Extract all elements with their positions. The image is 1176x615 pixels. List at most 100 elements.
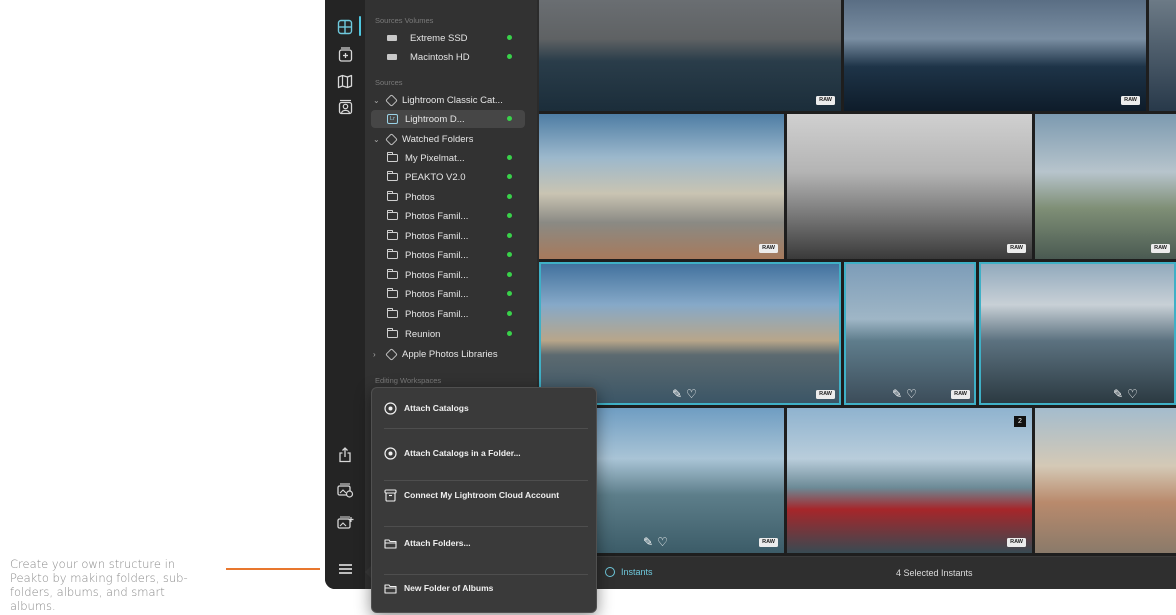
volume-item[interactable]: Macintosh HD (365, 48, 537, 66)
raw-badge: RAW (1007, 538, 1026, 547)
chevron-down-icon[interactable]: ⌄ (373, 96, 383, 105)
tab-instants[interactable]: Instants (605, 567, 653, 577)
folder-item[interactable]: My Pixelmat... (365, 149, 537, 167)
section-title-editing-workspaces: Editing Workspaces (375, 376, 442, 385)
folder-item[interactable]: Photos Famil... (365, 227, 537, 245)
folder-item[interactable]: Reunion (365, 325, 537, 343)
raw-badge: RAW (816, 96, 835, 105)
folder-icon (387, 171, 398, 181)
folder-label: Photos Famil... (405, 288, 469, 300)
photo-thumbnail-selected[interactable]: ✎ ♡ (979, 262, 1176, 405)
raw-badge: RAW (951, 390, 970, 399)
share-icon[interactable] (334, 444, 356, 466)
photo-thumbnail[interactable]: RAW (787, 114, 1032, 259)
photo-actions: ✎ ♡ (1113, 387, 1138, 401)
volume-label: Macintosh HD (410, 51, 470, 63)
status-dot (507, 272, 512, 277)
edit-icon[interactable]: ✎ (892, 387, 902, 401)
folder-icon (387, 269, 398, 279)
folder-icon (387, 152, 398, 162)
folder-item[interactable]: Photos Famil... (365, 246, 537, 264)
heart-icon[interactable]: ♡ (1127, 387, 1138, 401)
photo-thumbnail[interactable]: RAW (1035, 114, 1176, 259)
folder-label: Photos Famil... (405, 269, 469, 281)
menu-item-label: Connect My Lightroom Cloud Account (404, 490, 560, 500)
watched-folders-group[interactable]: ⌄ Watched Folders (365, 130, 537, 148)
selection-count: 4 Selected Instants (896, 568, 973, 578)
menu-item-label: Attach Folders... (404, 538, 471, 548)
edit-icon[interactable]: ✎ (1113, 387, 1123, 401)
folder-icon (387, 328, 398, 338)
photo-actions: ✎ ♡ (643, 535, 668, 549)
photo-thumbnail[interactable] (1035, 408, 1176, 553)
volume-item[interactable]: Extreme SSD (365, 29, 537, 47)
folder-item[interactable]: Photos (365, 188, 537, 206)
heart-icon[interactable]: ♡ (657, 535, 668, 549)
raw-badge: RAW (1007, 244, 1026, 253)
map-icon[interactable] (334, 70, 356, 92)
drive-icon (387, 54, 397, 60)
photo-thumbnail-selected[interactable]: ✎ ♡ RAW (539, 262, 841, 405)
folder-icon (387, 308, 398, 318)
photo-thumbnail[interactable] (1149, 0, 1176, 111)
raw-badge: RAW (1121, 96, 1140, 105)
menu-item-connect-lightroom-cloud[interactable]: Connect My Lightroom Cloud Account (372, 475, 598, 515)
catalog-icon (385, 93, 398, 107)
heart-icon[interactable]: ♡ (906, 387, 917, 401)
status-dot (507, 116, 512, 121)
folder-label: Photos Famil... (405, 249, 469, 261)
folder-item[interactable]: Photos Famil... (365, 266, 537, 284)
status-dot (507, 174, 512, 179)
folder-item[interactable]: Photos Famil... (365, 285, 537, 303)
cloud-archive-icon (384, 488, 397, 502)
lightroom-item[interactable]: Lr Lightroom D... (371, 110, 525, 128)
raw-badge: RAW (759, 538, 778, 547)
photo-add-icon[interactable] (334, 512, 356, 534)
grid-icon[interactable] (334, 16, 356, 38)
people-icon[interactable] (334, 96, 356, 118)
photo-thumbnail[interactable]: RAW (844, 0, 1146, 111)
folder-item[interactable]: Photos Famil... (365, 305, 537, 323)
edit-icon[interactable]: ✎ (672, 387, 682, 401)
lightroom-catalog-group[interactable]: ⌄ Lightroom Classic Cat... (365, 91, 537, 109)
menu-item-label: Attach Catalogs (404, 403, 469, 413)
menu-item-attach-folders[interactable]: Attach Folders... (372, 523, 598, 563)
chevron-right-icon[interactable]: › (373, 350, 383, 359)
apple-photos-group[interactable]: › Apple Photos Libraries (365, 345, 537, 363)
folder-label: Photos Famil... (405, 230, 469, 242)
add-album-icon[interactable] (334, 43, 356, 65)
folder-item[interactable]: PEAKTO V2.0 (365, 168, 537, 186)
edit-icon[interactable]: ✎ (643, 535, 653, 549)
folder-icon (384, 582, 397, 595)
folder-icon (387, 288, 398, 298)
folder-label: Photos (405, 191, 435, 203)
folder-label: PEAKTO V2.0 (405, 171, 466, 183)
folder-icon (387, 230, 398, 240)
photo-settings-icon[interactable] (334, 479, 356, 501)
chevron-down-icon[interactable]: ⌄ (373, 135, 383, 144)
raw-badge: RAW (759, 244, 778, 253)
folder-icon (387, 191, 398, 201)
raw-badge: RAW (816, 390, 835, 399)
menu-item-new-folder-of-albums[interactable]: New Folder of Albums (372, 568, 598, 608)
photo-thumbnail[interactable]: RAW (539, 0, 841, 111)
menu-item-label: New Folder of Albums (404, 583, 494, 593)
status-dot (507, 54, 512, 59)
menu-item-attach-catalogs-folder[interactable]: Attach Catalogs in a Folder... (372, 431, 598, 475)
menu-icon[interactable] (334, 558, 356, 580)
folder-item[interactable]: Photos Famil... (365, 207, 537, 225)
folder-label: Photos Famil... (405, 308, 469, 320)
section-title-sources-volumes: Sources Volumes (375, 16, 434, 25)
photo-thumbnail[interactable]: 2 RAW (787, 408, 1032, 553)
heart-icon[interactable]: ♡ (686, 387, 697, 401)
group-count-badge: 2 (1014, 416, 1026, 427)
status-dot (507, 291, 512, 296)
photo-thumbnail[interactable]: RAW (539, 114, 784, 259)
watched-folders-icon (385, 132, 398, 146)
menu-item-attach-catalogs[interactable]: Attach Catalogs (372, 388, 598, 428)
status-dot (507, 155, 512, 160)
status-dot (507, 252, 512, 257)
add-source-menu: Attach Catalogs Attach Catalogs in a Fol… (371, 387, 597, 613)
photo-thumbnail-selected[interactable]: ✎ ♡ RAW (844, 262, 976, 405)
folder-label: Reunion (405, 328, 441, 340)
